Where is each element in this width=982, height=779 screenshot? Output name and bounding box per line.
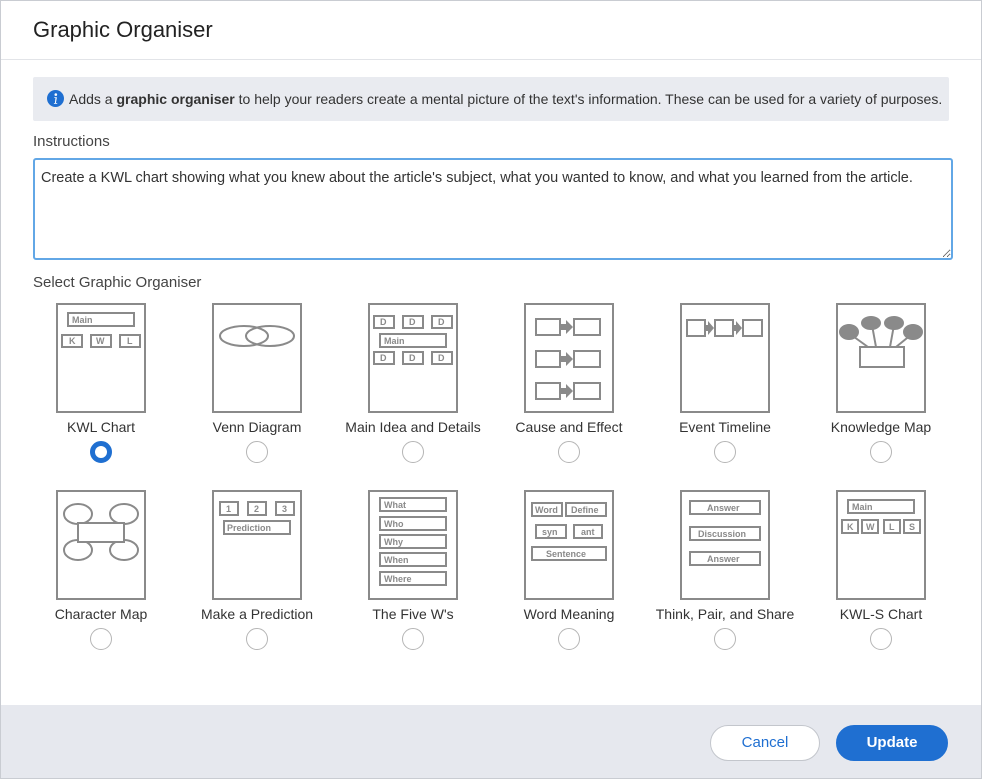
organiser-label: KWL Chart: [67, 419, 135, 435]
svg-text:What: What: [384, 500, 406, 510]
info-banner: Adds a graphic organiser to help your re…: [33, 77, 949, 121]
organiser-label: KWL-S Chart: [839, 606, 923, 622]
info-icon: [47, 90, 64, 107]
update-button[interactable]: Update: [836, 725, 948, 761]
five-ws-thumbnail: What Who Why When Where: [368, 490, 458, 600]
dialog-title: Graphic Organiser: [33, 17, 213, 42]
svg-text:L: L: [127, 336, 133, 346]
svg-text:Answer: Answer: [707, 554, 740, 564]
character-map-thumbnail: [56, 490, 146, 600]
cause-and-effect-thumbnail: [524, 303, 614, 413]
organiser-word-meaning[interactable]: Word Define syn ant Sentence Word Meanin…: [501, 490, 657, 660]
svg-text:W: W: [96, 336, 105, 346]
svg-text:D: D: [380, 353, 387, 363]
knowledge-map-thumbnail: [836, 303, 926, 413]
dialog-footer: Cancel Update: [1, 705, 981, 778]
knowledge-map-radio[interactable]: [870, 441, 892, 463]
svg-text:W: W: [866, 522, 875, 532]
svg-text:Why: Why: [384, 537, 403, 547]
svg-text:Who: Who: [384, 519, 404, 529]
svg-text:1: 1: [226, 504, 231, 514]
organiser-label: The Five W's: [372, 606, 454, 622]
event-timeline-thumbnail: [680, 303, 770, 413]
think-pair-share-thumbnail: Answer Discussion Answer: [680, 490, 770, 600]
think-pair-share-radio[interactable]: [714, 628, 736, 650]
cancel-button[interactable]: Cancel: [710, 725, 820, 761]
organiser-label: Main Idea and Details: [345, 419, 481, 435]
event-timeline-radio[interactable]: [714, 441, 736, 463]
svg-text:L: L: [889, 522, 895, 532]
dialog-header: Graphic Organiser: [1, 1, 981, 60]
svg-text:Main: Main: [72, 315, 93, 325]
svg-text:D: D: [409, 317, 416, 327]
organiser-kwl-chart[interactable]: Main K W L KWL Chart: [33, 303, 189, 473]
word-meaning-radio[interactable]: [558, 628, 580, 650]
five-ws-radio[interactable]: [402, 628, 424, 650]
svg-text:When: When: [384, 555, 409, 565]
svg-text:D: D: [438, 317, 445, 327]
organiser-the-five-ws[interactable]: What Who Why When Where The Five W's: [345, 490, 501, 660]
svg-text:Main: Main: [852, 502, 873, 512]
svg-text:Discussion: Discussion: [698, 529, 746, 539]
organiser-label: Cause and Effect: [515, 419, 623, 435]
venn-diagram-radio[interactable]: [246, 441, 268, 463]
info-text: Adds a graphic organiser to help your re…: [69, 91, 943, 107]
venn-diagram-thumbnail: [212, 303, 302, 413]
kwl-chart-radio[interactable]: [90, 441, 112, 463]
svg-text:D: D: [438, 353, 445, 363]
svg-text:3: 3: [282, 504, 287, 514]
instructions-textarea[interactable]: [33, 158, 953, 260]
instructions-label: Instructions: [33, 133, 110, 150]
graphic-organiser-dialog: Graphic Organiser Adds a graphic organis…: [0, 0, 982, 779]
organiser-cause-and-effect[interactable]: Cause and Effect: [501, 303, 657, 473]
svg-text:Main: Main: [384, 336, 405, 346]
svg-text:Define: Define: [571, 505, 599, 515]
organiser-venn-diagram[interactable]: Venn Diagram: [189, 303, 345, 473]
organiser-label: Venn Diagram: [212, 419, 302, 435]
svg-text:Prediction: Prediction: [227, 523, 271, 533]
organiser-character-map[interactable]: Character Map: [33, 490, 189, 660]
organiser-label: Event Timeline: [679, 419, 771, 435]
svg-text:Word: Word: [535, 505, 558, 515]
main-idea-thumbnail: D D D Main D D D: [368, 303, 458, 413]
svg-text:K: K: [69, 336, 76, 346]
organiser-think-pair-and-share[interactable]: Answer Discussion Answer Think, Pair, an…: [656, 490, 813, 660]
organiser-label: Knowledge Map: [830, 419, 932, 435]
organiser-kwl-s-chart[interactable]: Main K W L S KWL-S Chart: [813, 490, 969, 660]
organiser-label: Word Meaning: [523, 606, 615, 622]
svg-text:D: D: [380, 317, 387, 327]
cause-and-effect-radio[interactable]: [558, 441, 580, 463]
organiser-event-timeline[interactable]: Event Timeline: [657, 303, 813, 473]
organiser-main-idea-and-details[interactable]: D D D Main D D D Main Idea and Details: [345, 303, 501, 473]
svg-text:K: K: [847, 522, 854, 532]
select-organiser-label: Select Graphic Organiser: [33, 274, 202, 291]
organiser-label: Character Map: [54, 606, 148, 622]
svg-text:S: S: [909, 522, 915, 532]
svg-text:syn: syn: [542, 527, 558, 537]
svg-text:Where: Where: [384, 574, 412, 584]
svg-text:D: D: [409, 353, 416, 363]
kwl-s-chart-thumbnail: Main K W L S: [836, 490, 926, 600]
svg-text:2: 2: [254, 504, 259, 514]
organiser-make-a-prediction[interactable]: 1 2 3 Prediction Make a Prediction: [189, 490, 345, 660]
word-meaning-thumbnail: Word Define syn ant Sentence: [524, 490, 614, 600]
kwl-chart-thumbnail: Main K W L: [56, 303, 146, 413]
make-a-prediction-thumbnail: 1 2 3 Prediction: [212, 490, 302, 600]
organiser-label: Make a Prediction: [200, 606, 314, 622]
kwl-s-chart-radio[interactable]: [870, 628, 892, 650]
make-a-prediction-radio[interactable]: [246, 628, 268, 650]
character-map-radio[interactable]: [90, 628, 112, 650]
svg-text:ant: ant: [581, 527, 595, 537]
main-idea-radio[interactable]: [402, 441, 424, 463]
svg-text:Sentence: Sentence: [546, 549, 586, 559]
organiser-knowledge-map[interactable]: Knowledge Map: [813, 303, 969, 473]
organiser-label: Think, Pair, and Share: [655, 606, 795, 622]
svg-text:Answer: Answer: [707, 503, 740, 513]
